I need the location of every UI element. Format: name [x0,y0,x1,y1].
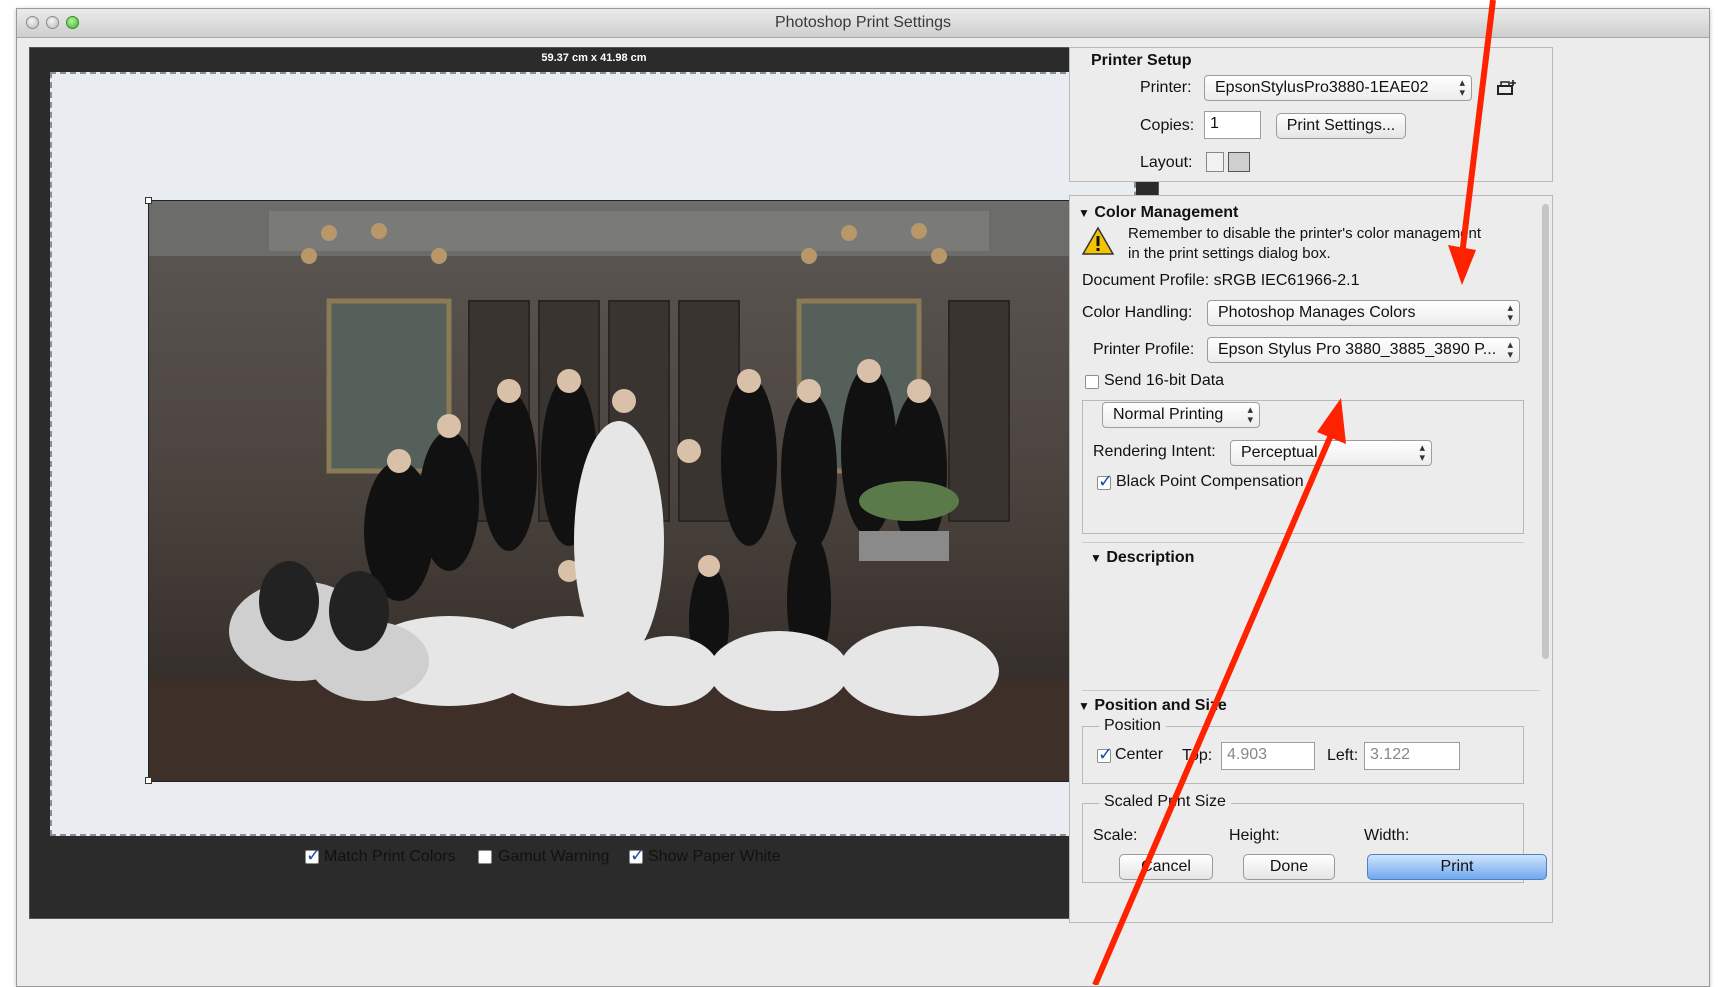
annotation-arrows [1092,0,1496,985]
annotation-arrow [1092,398,1346,985]
annotation-arrow [1448,0,1496,285]
